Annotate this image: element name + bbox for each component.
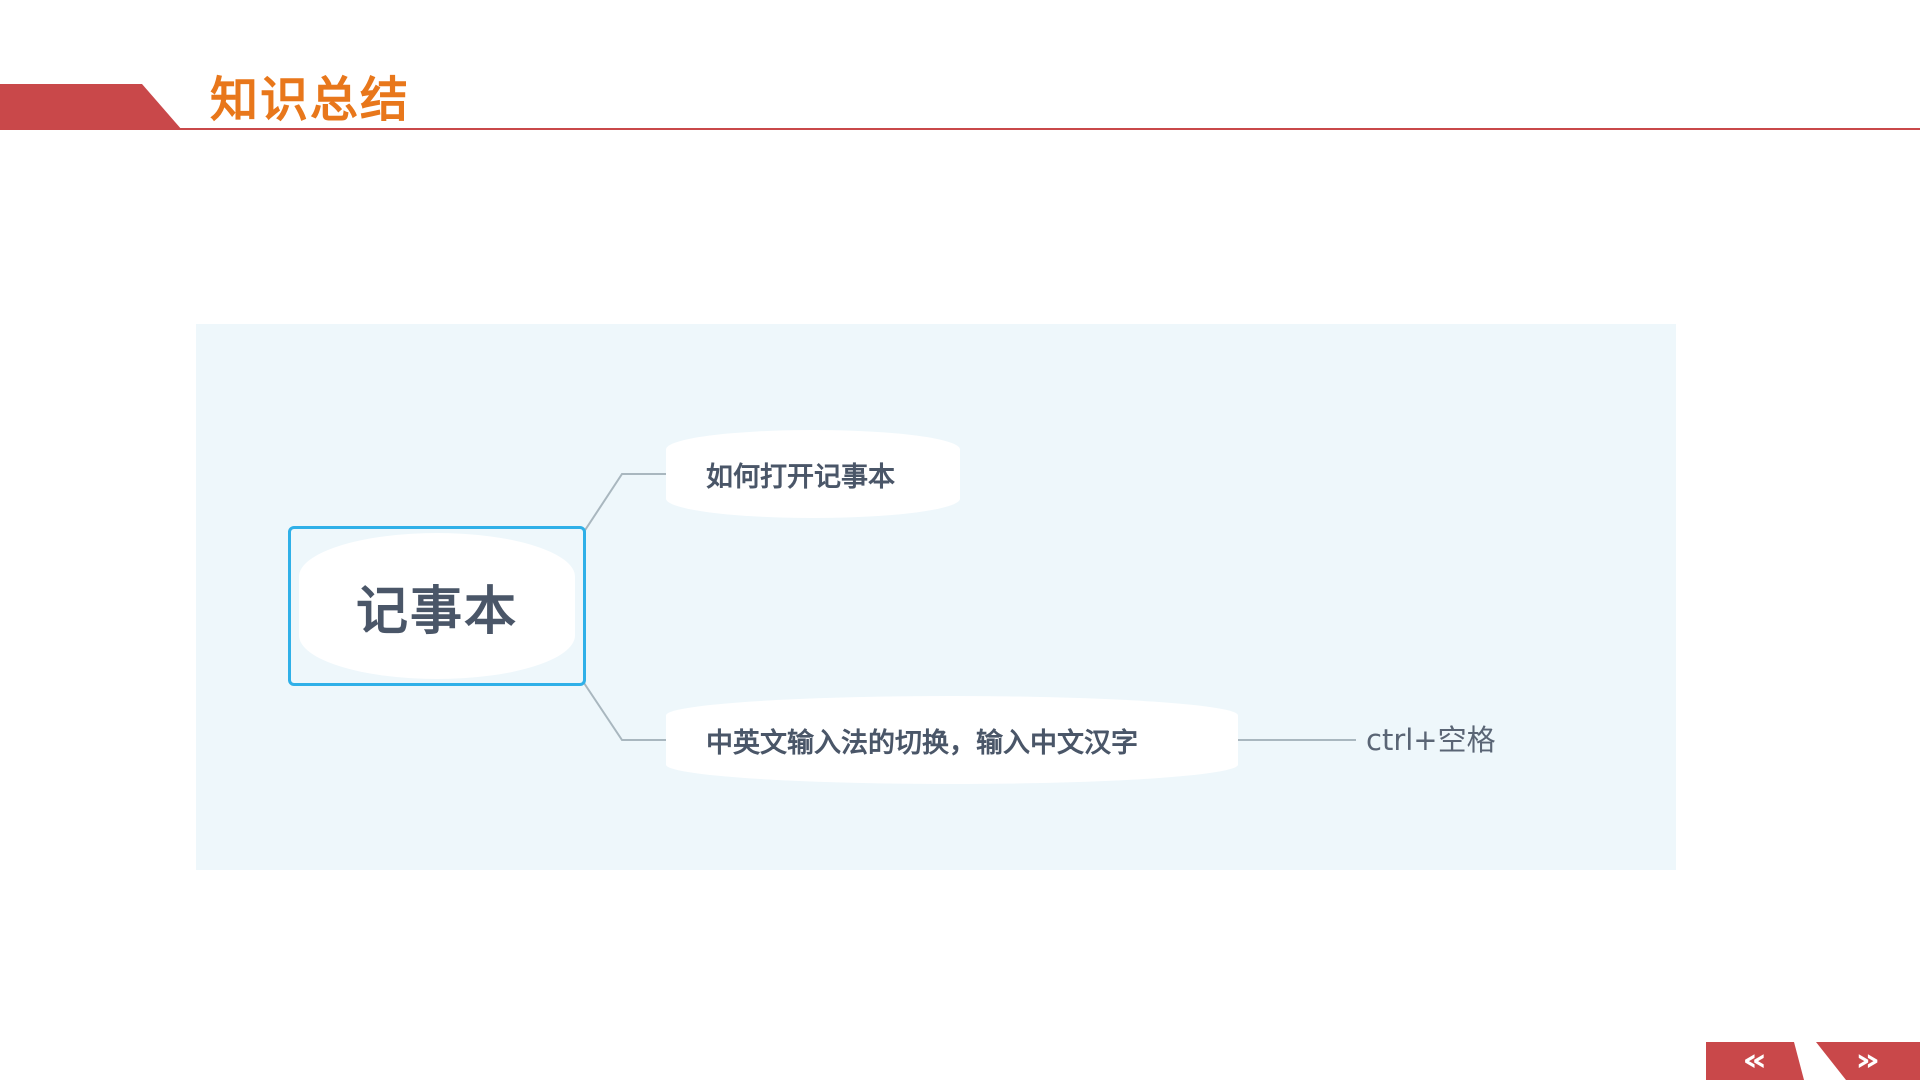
mindmap-branch-node-input-switch[interactable]: 中英文输入法的切换，输入中文汉字 — [666, 696, 1238, 784]
slide: 知识总结 记事本 如何打开记事本 中英文输入法的切换，输入中文汉字 ctrl+空… — [0, 0, 1920, 1080]
header-accent-band — [0, 84, 182, 130]
mindmap-branch-node-open-notepad[interactable]: 如何打开记事本 — [666, 430, 960, 518]
double-chevron-right-icon: » — [1855, 1043, 1881, 1078]
mindmap-root-node[interactable]: 记事本 — [288, 526, 586, 686]
next-slide-button[interactable]: » — [1816, 1042, 1920, 1080]
mindmap-leaf-node-shortcut[interactable]: ctrl+空格 — [1366, 720, 1496, 760]
root-node-label: 记事本 — [355, 581, 518, 642]
branch-node-label: 中英文输入法的切换，输入中文汉字 — [706, 727, 1138, 759]
page-title: 知识总结 — [210, 72, 411, 128]
header-divider — [160, 128, 1920, 130]
prev-slide-button[interactable]: « — [1706, 1042, 1804, 1080]
slide-nav: « » — [1706, 1042, 1920, 1080]
branch-node-label: 如何打开记事本 — [706, 461, 895, 493]
double-chevron-left-icon: « — [1742, 1043, 1768, 1078]
